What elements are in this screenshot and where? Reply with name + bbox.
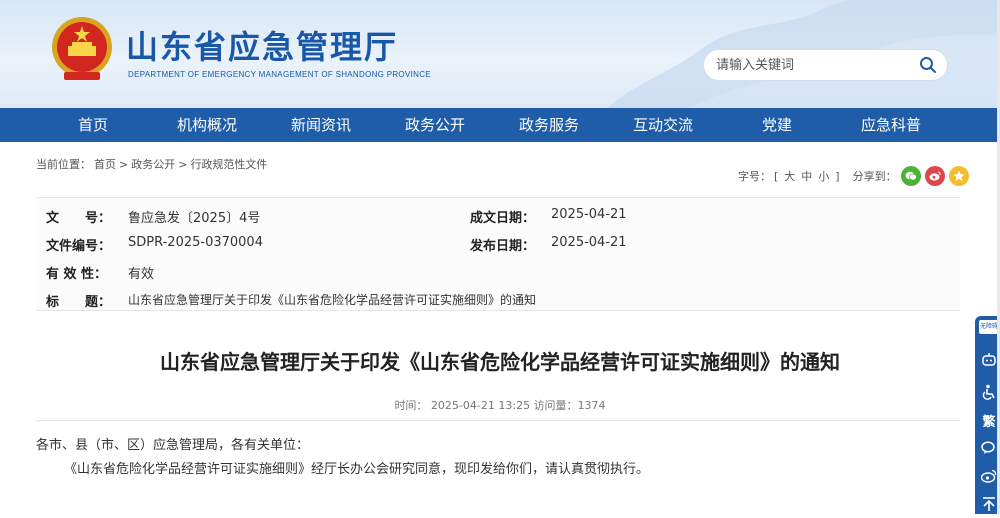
font-size-label: 字号： <box>738 170 771 183</box>
nav-item-news[interactable]: 新闻资讯 <box>264 108 378 142</box>
qzone-icon[interactable] <box>948 166 969 186</box>
time-value: 2025-04-21 13:25 <box>430 399 531 412</box>
nav-item-organization[interactable]: 机构概况 <box>150 108 264 142</box>
site-header: 山东省应急管理厅 DEPARTMENT OF EMERGENCY MANAGEM… <box>0 0 1000 108</box>
site-subtitle: DEPARTMENT OF EMERGENCY MANAGEMENT OF SH… <box>128 70 431 79</box>
breadcrumb-separator: > <box>119 158 129 171</box>
nav-item-government-affairs[interactable]: 政务公开 <box>378 108 492 142</box>
divider <box>36 420 960 421</box>
info-row: 文 号： 鲁应急发〔2025〕4号 成文日期： 2025-04-21 <box>36 200 960 228</box>
doc-number-value: 鲁应急发〔2025〕4号 <box>128 211 261 226</box>
breadcrumb-separator: > <box>178 158 188 171</box>
breadcrumb-home[interactable]: 首页 <box>94 158 116 171</box>
article-salutation: 各市、县（市、区）应急管理局，各有关单位： <box>36 438 310 453</box>
font-size-medium[interactable]: 中 <box>801 168 812 184</box>
share-label: 分享到： <box>852 170 897 183</box>
nav-item-government-services[interactable]: 政务服务 <box>492 108 606 142</box>
wechat-icon[interactable] <box>900 166 921 186</box>
info-row: 有 效 性： 有效 <box>36 256 960 284</box>
weibo-icon[interactable] <box>924 166 945 186</box>
time-label: 时间： <box>394 399 428 412</box>
title-value: 山东省应急管理厅关于印发《山东省危险化学品经营许可证实施细则》的通知 <box>128 293 537 307</box>
published-date-label: 发布日期： <box>470 239 536 254</box>
article-body-paragraph: 《山东省危险化学品经营许可证实施细则》经厅长办公会研究同意，现印发给你们，请认真… <box>64 462 650 477</box>
page-tools: 字号： [ 大 中 小 ] 分享到： <box>738 166 969 186</box>
search-box <box>704 50 947 80</box>
breadcrumb-normative-documents[interactable]: 行政规范性文件 <box>190 158 267 171</box>
search-input[interactable] <box>716 56 911 74</box>
nav-item-interaction[interactable]: 互动交流 <box>606 108 720 142</box>
nav-item-party-building[interactable]: 党建 <box>720 108 834 142</box>
created-date-label: 成文日期： <box>470 211 536 226</box>
published-date-value: 2025-04-21 <box>551 235 627 250</box>
file-code-value: SDPR-2025-0370004 <box>128 235 263 250</box>
validity-value: 有效 <box>128 267 155 282</box>
search-icon[interactable] <box>919 56 937 74</box>
font-size-large[interactable]: 大 <box>784 168 795 184</box>
bracket-close: ] <box>835 169 840 183</box>
views-label: 访问量： <box>533 399 578 412</box>
national-emblem-icon <box>52 17 112 80</box>
breadcrumb-government-affairs[interactable]: 政务公开 <box>131 158 175 171</box>
site-title[interactable]: 山东省应急管理厅 <box>126 22 398 68</box>
doc-number-label: 文 号： <box>46 211 112 226</box>
accessibility-badge-label: 无障碍 <box>979 320 999 334</box>
info-row: 文件编号： SDPR-2025-0370004 发布日期： 2025-04-21 <box>36 228 960 256</box>
created-date-value: 2025-04-21 <box>551 207 627 222</box>
article-title: 山东省应急管理厅关于印发《山东省危险化学品经营许可证实施细则》的通知 <box>160 350 840 374</box>
nav-item-emergency-education[interactable]: 应急科普 <box>834 108 948 142</box>
title-label: 标 题： <box>46 295 112 310</box>
article-meta: 时间： 2025-04-21 13:25 访问量：1374 <box>0 397 1000 413</box>
file-code-label: 文件编号： <box>46 239 112 254</box>
views-value: 1374 <box>577 399 606 412</box>
breadcrumb-prefix: 当前位置： <box>36 158 91 171</box>
breadcrumb: 当前位置： 首页 > 政务公开 > 行政规范性文件 <box>36 156 270 172</box>
validity-label: 有 效 性： <box>46 267 108 282</box>
info-row: 标 题： 山东省应急管理厅关于印发《山东省危险化学品经营许可证实施细则》的通知 <box>36 284 960 312</box>
document-info-table: 文 号： 鲁应急发〔2025〕4号 成文日期： 2025-04-21 文件编号：… <box>36 197 960 311</box>
bracket-open: [ <box>774 169 779 183</box>
nav-item-home[interactable]: 首页 <box>36 108 150 142</box>
main-nav: 首页 机构概况 新闻资讯 政务公开 政务服务 互动交流 党建 应急科普 <box>0 108 1000 142</box>
font-size-small[interactable]: 小 <box>818 168 829 184</box>
